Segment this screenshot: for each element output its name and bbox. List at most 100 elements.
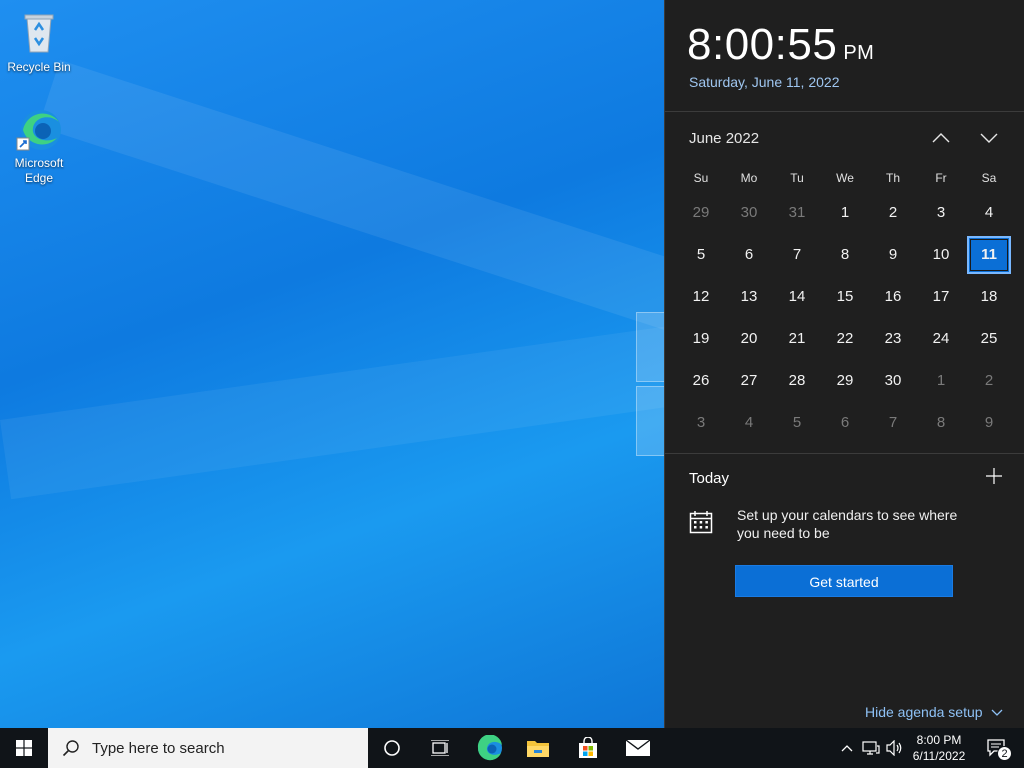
calendar-day-number: 11	[967, 236, 1011, 274]
divider	[665, 111, 1024, 112]
calendar-day[interactable]: 12	[677, 276, 725, 318]
task-view-button[interactable]	[416, 728, 464, 768]
action-center-button[interactable]: 2	[980, 728, 1014, 768]
calendar-day[interactable]: 8	[917, 402, 965, 444]
flyout-ampm: PM	[843, 42, 875, 64]
calendar-day[interactable]: 19	[677, 318, 725, 360]
weekday-header-row: Su Mo Tu We Th Fr Sa	[677, 164, 1013, 192]
taskbar-file-explorer[interactable]	[514, 728, 562, 768]
weekday-header: Mo	[740, 171, 758, 185]
flyout-clock: 8:00:55 PM	[687, 20, 874, 70]
calendar-day[interactable]: 21	[773, 318, 821, 360]
recycle-bin-icon	[15, 8, 63, 56]
calendar-day[interactable]: 1	[821, 192, 869, 234]
calendar-day[interactable]: 9	[869, 234, 917, 276]
hide-agenda-setup-link[interactable]: Hide agenda setup	[865, 704, 1003, 720]
flyout-date-link[interactable]: Saturday, June 11, 2022	[689, 74, 839, 90]
calendar-day-number: 4	[984, 204, 994, 221]
calendar-day[interactable]: 5	[677, 234, 725, 276]
chevron-down-icon	[991, 709, 1003, 716]
calendar-day[interactable]: 22	[821, 318, 869, 360]
taskbar-edge[interactable]	[466, 728, 514, 768]
calendar-day[interactable]: 18	[965, 276, 1013, 318]
desktop-icon-recycle-bin[interactable]: Recycle Bin	[4, 8, 74, 75]
add-event-button[interactable]	[983, 466, 1005, 490]
calendar-day-number: 23	[884, 330, 902, 347]
calendar-day[interactable]: 30	[725, 192, 773, 234]
calendar-day[interactable]: 10	[917, 234, 965, 276]
calendar-day[interactable]: 3	[917, 192, 965, 234]
calendar-day[interactable]: 2	[965, 360, 1013, 402]
calendar-day[interactable]: 5	[773, 402, 821, 444]
file-explorer-icon	[527, 741, 549, 757]
wallpaper-ray	[38, 60, 726, 343]
network-icon	[862, 741, 880, 755]
calendar-day[interactable]: 9	[965, 402, 1013, 444]
calendar-day[interactable]: 29	[821, 360, 869, 402]
calendar-day[interactable]: 31	[773, 192, 821, 234]
flyout-time: 8:00:55	[687, 20, 838, 69]
calendar-day[interactable]: 15	[821, 276, 869, 318]
calendar-day-number: 15	[836, 288, 854, 305]
notification-count-badge: 2	[997, 746, 1012, 761]
calendar-day[interactable]: 6	[821, 402, 869, 444]
calendar-day[interactable]: 20	[725, 318, 773, 360]
taskbar-clock[interactable]: 8:00 PM 6/11/2022	[908, 728, 970, 768]
calendar-day[interactable]: 16	[869, 276, 917, 318]
taskbar: Type here to search 8:00 PM 6/11/2022 2	[0, 728, 1024, 768]
desktop-icon-edge[interactable]: Microsoft Edge	[4, 104, 74, 186]
edge-icon	[15, 104, 63, 152]
calendar-day-number: 19	[692, 330, 710, 347]
start-button[interactable]	[0, 728, 48, 768]
network-button[interactable]	[860, 728, 882, 768]
next-month-button[interactable]	[973, 124, 1005, 152]
calendar-month-label[interactable]: June 2022	[689, 130, 759, 147]
calendar-day-number: 8	[936, 414, 946, 431]
calendar-day-number: 26	[692, 372, 710, 389]
volume-button[interactable]	[884, 728, 906, 768]
calendar-day[interactable]: 7	[773, 234, 821, 276]
taskbar-mail[interactable]	[614, 728, 662, 768]
calendar-day[interactable]: 28	[773, 360, 821, 402]
show-hidden-icons-button[interactable]	[838, 728, 856, 768]
calendar-day[interactable]: 2	[869, 192, 917, 234]
weekday-header: We	[836, 171, 854, 185]
calendar-day[interactable]: 4	[965, 192, 1013, 234]
calendar-icon	[689, 510, 713, 539]
search-placeholder: Type here to search	[92, 739, 225, 757]
calendar-day[interactable]: 7	[869, 402, 917, 444]
calendar-day[interactable]: 24	[917, 318, 965, 360]
calendar-day[interactable]: 30	[869, 360, 917, 402]
weekday-header: Sa	[981, 171, 997, 185]
calendar-day-number: 3	[696, 414, 706, 431]
calendar-day[interactable]: 8	[821, 234, 869, 276]
calendar-day[interactable]: 13	[725, 276, 773, 318]
calendar-day[interactable]: 3	[677, 402, 725, 444]
calendar-day-selected[interactable]: 11	[965, 234, 1013, 276]
calendar-day-number: 22	[836, 330, 854, 347]
calendar-day[interactable]: 26	[677, 360, 725, 402]
calendar-day[interactable]: 6	[725, 234, 773, 276]
previous-month-button[interactable]	[925, 124, 957, 152]
calendar-day[interactable]: 17	[917, 276, 965, 318]
calendar-day-number: 30	[884, 372, 902, 389]
cortana-button[interactable]	[368, 728, 416, 768]
calendar-day-number: 7	[888, 414, 898, 431]
calendar-day-number: 17	[932, 288, 950, 305]
calendar-week-row: 3 4 5 6 7 8 9	[677, 402, 1013, 444]
calendar-day-number: 1	[840, 204, 850, 221]
get-started-button[interactable]: Get started	[735, 565, 953, 597]
taskbar-store[interactable]	[564, 728, 612, 768]
calendar-day[interactable]: 4	[725, 402, 773, 444]
volume-icon	[886, 740, 902, 756]
calendar-day[interactable]: 23	[869, 318, 917, 360]
taskbar-search-box[interactable]: Type here to search	[48, 728, 368, 768]
calendar-day[interactable]: 14	[773, 276, 821, 318]
calendar-day[interactable]: 1	[917, 360, 965, 402]
desktop-icon-label: Recycle Bin	[7, 60, 71, 74]
calendar-day[interactable]: 27	[725, 360, 773, 402]
calendar-day-number: 29	[692, 204, 710, 221]
calendar-day[interactable]: 29	[677, 192, 725, 234]
clock-calendar-flyout: 8:00:55 PM Saturday, June 11, 2022 June 2…	[664, 0, 1024, 728]
calendar-day[interactable]: 25	[965, 318, 1013, 360]
